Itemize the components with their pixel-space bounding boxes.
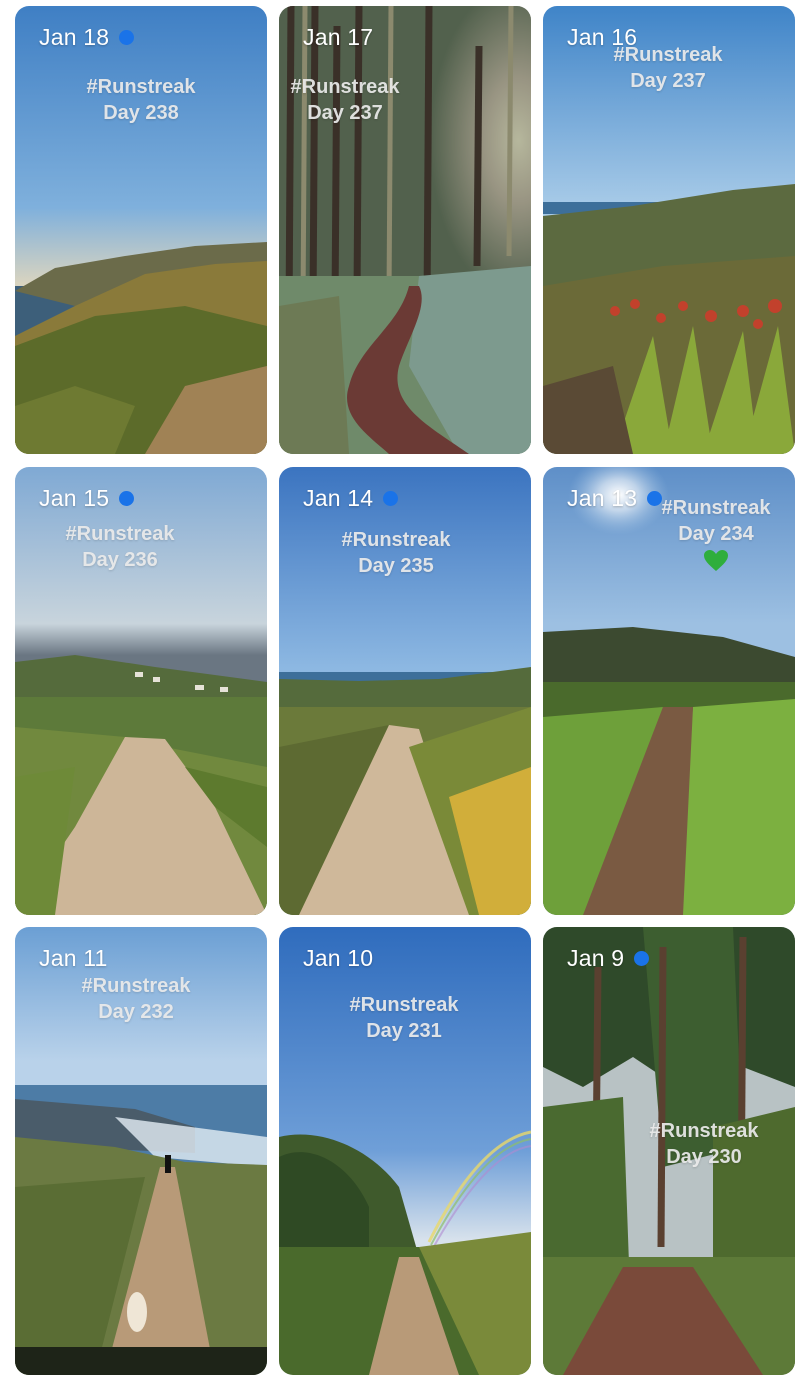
story-caption: #Runstreak Day 238 (15, 74, 267, 126)
story-date: Jan 14 (303, 485, 374, 511)
story-caption: #Runstreak Day 234 (651, 495, 781, 573)
story-card[interactable]: Jan 13 #Runstreak Day 234 (543, 467, 795, 915)
caption-day: Day 237 (630, 70, 706, 92)
story-caption: #Runstreak Day 232 (71, 973, 201, 1025)
caption-hashtag: #Runstreak (341, 529, 451, 551)
story-card[interactable]: Jan 15 #Runstreak Day 236 (15, 467, 267, 915)
story-date-row: Jan 18 (39, 24, 135, 51)
story-card[interactable]: Jan 17 #Runstreak Day 237 (279, 6, 531, 454)
story-date-row: Jan 10 (303, 945, 373, 972)
unread-dot (119, 491, 135, 506)
story-caption: #Runstreak Day 230 (639, 1118, 769, 1170)
caption-day: Day 231 (366, 1020, 442, 1042)
caption-hashtag: #Runstreak (649, 1120, 759, 1142)
story-date-row: Jan 15 (39, 485, 135, 512)
caption-hashtag: #Runstreak (613, 44, 723, 66)
story-date: Jan 10 (303, 945, 374, 971)
caption-hashtag: #Runstreak (349, 994, 459, 1016)
caption-day: Day 236 (82, 549, 158, 571)
story-date: Jan 13 (567, 485, 638, 511)
story-date-row: Jan 17 (303, 24, 373, 51)
caption-day: Day 232 (98, 1001, 174, 1023)
unread-dot (119, 30, 135, 45)
caption-day: Day 237 (307, 102, 383, 124)
green-heart-icon (704, 550, 728, 571)
story-date-row: Jan 9 (567, 945, 650, 972)
caption-hashtag: #Runstreak (86, 76, 196, 98)
story-date: Jan 15 (39, 485, 110, 511)
story-date-row: Jan 11 (39, 945, 108, 972)
story-date: Jan 9 (567, 945, 625, 971)
story-card[interactable]: Jan 9 #Runstreak Day 230 (543, 927, 795, 1375)
story-card[interactable]: Jan 18 #Runstreak Day 238 (15, 6, 267, 454)
unread-dot (634, 951, 650, 966)
caption-hashtag: #Runstreak (65, 523, 175, 545)
story-caption: #Runstreak Day 236 (55, 521, 185, 573)
story-card[interactable]: Jan 14 #Runstreak Day 235 (279, 467, 531, 915)
caption-day: Day 235 (358, 555, 434, 577)
story-card[interactable]: Jan 11 #Runstreak Day 232 (15, 927, 267, 1375)
story-date: Jan 17 (303, 24, 374, 50)
story-caption: #Runstreak Day 237 (279, 74, 411, 126)
caption-day: Day 230 (666, 1146, 742, 1168)
story-card[interactable]: Jan 16 #Runstreak Day 237 (543, 6, 795, 454)
caption-hashtag: #Runstreak (661, 497, 771, 519)
caption-day: Day 238 (103, 102, 179, 124)
story-date: Jan 18 (39, 24, 110, 50)
unread-dot (383, 491, 399, 506)
caption-hashtag: #Runstreak (81, 975, 191, 997)
story-grid: Jan 18 #Runstreak Day 238 Jan 17 #Runstr… (0, 0, 810, 1386)
caption-day: Day 234 (678, 523, 754, 545)
story-card[interactable]: Jan 10 #Runstreak Day 231 (279, 927, 531, 1375)
story-date: Jan 11 (39, 945, 108, 971)
caption-hashtag: #Runstreak (290, 76, 400, 98)
story-caption: #Runstreak Day 237 (603, 42, 733, 94)
story-date-row: Jan 13 (567, 485, 663, 512)
story-caption: #Runstreak Day 231 (339, 992, 469, 1044)
story-caption: #Runstreak Day 235 (331, 527, 461, 579)
story-date-row: Jan 14 (303, 485, 399, 512)
